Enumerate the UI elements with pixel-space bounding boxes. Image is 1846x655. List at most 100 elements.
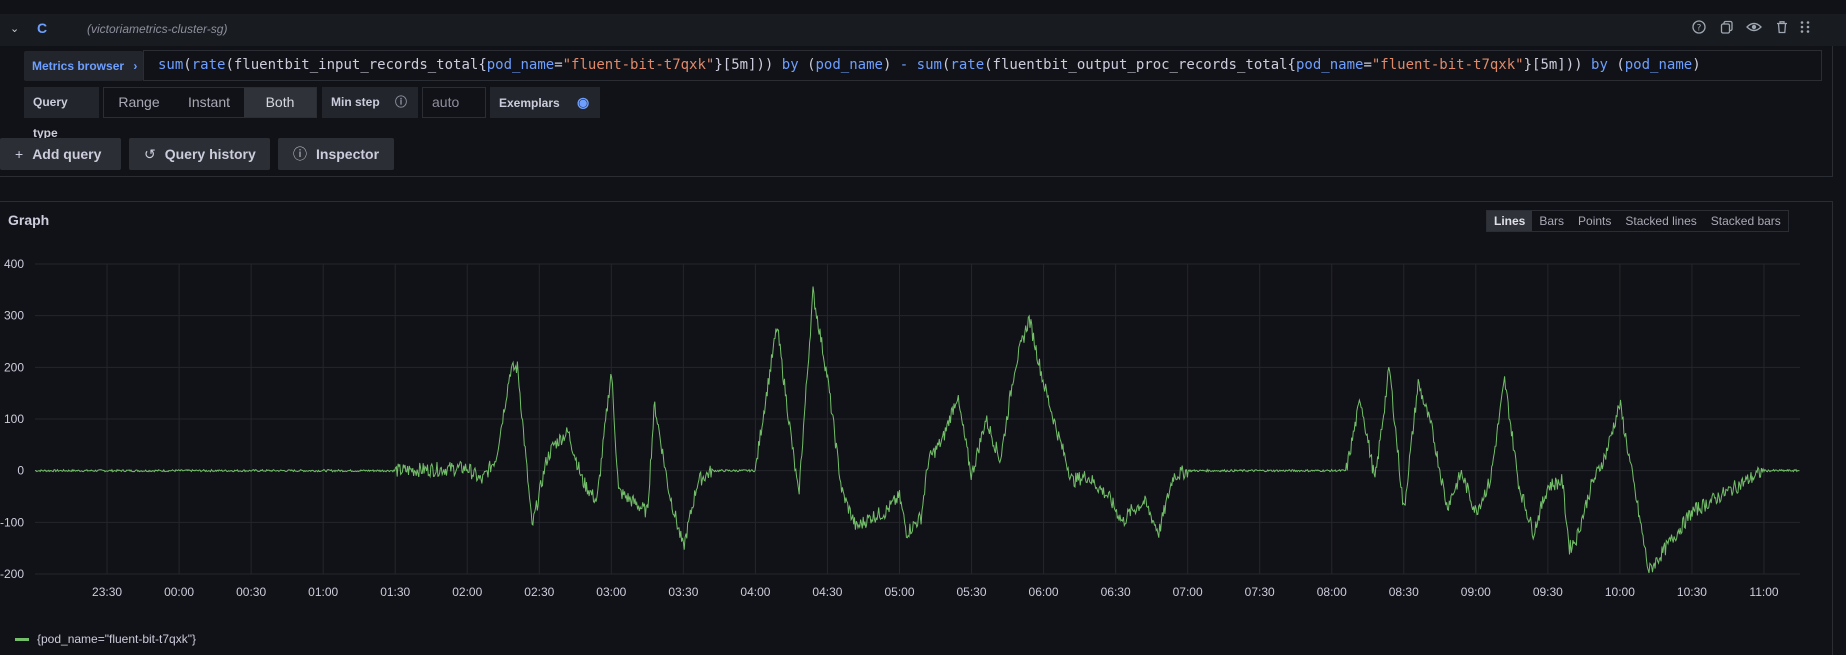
chevron-right-icon: ›: [133, 59, 138, 73]
query-token: "fluent-bit-t7qxk": [562, 57, 715, 73]
query-token: sum: [158, 57, 184, 73]
x-tick-label: 02:30: [524, 585, 554, 599]
query-token: sum: [916, 57, 942, 73]
metrics-browser-button[interactable]: Metrics browser ›: [24, 51, 143, 81]
x-tick-label: 08:00: [1317, 585, 1347, 599]
query-ref-id[interactable]: C: [37, 20, 47, 36]
x-tick-label: 06:30: [1101, 585, 1131, 599]
y-tick-label: -200: [0, 567, 24, 581]
exemplars-option: Exemplars ◉: [490, 87, 600, 118]
query-token: ): [882, 57, 900, 73]
query-editor-input[interactable]: sum(rate(fluentbit_input_records_total{p…: [143, 50, 1822, 81]
x-tick-label: 09:30: [1533, 585, 1563, 599]
view-mode-toggle[interactable]: Lines Bars Points Stacked lines Stacked …: [1486, 210, 1789, 232]
help-icon[interactable]: ?: [1691, 20, 1707, 37]
query-token: pod_name: [815, 57, 883, 73]
history-icon: ↺: [144, 146, 156, 162]
legend-swatch: [15, 638, 29, 642]
query-token: =: [1363, 57, 1372, 73]
x-tick-label: 02:00: [452, 585, 482, 599]
min-step-option: Min step ⓘ: [322, 87, 418, 118]
query-token: pod_name: [1296, 57, 1364, 73]
copy-icon[interactable]: [1719, 20, 1735, 37]
query-row-header: [0, 14, 1846, 46]
query-token: (fluentbit_output_proc_records_total{: [984, 57, 1296, 73]
add-query-label: Add query: [32, 146, 102, 162]
query-token: ): [1692, 57, 1701, 73]
x-tick-label: 11:00: [1749, 585, 1778, 599]
query-token: (: [798, 57, 816, 73]
x-tick-label: 04:00: [740, 585, 770, 599]
query-type-label: Query type: [24, 87, 99, 140]
view-mode-stacked-lines[interactable]: Stacked lines: [1618, 211, 1703, 231]
query-history-button[interactable]: ↺ Query history: [129, 138, 270, 170]
plus-icon: +: [15, 146, 24, 162]
view-mode-bars[interactable]: Bars: [1532, 211, 1571, 231]
series-line[interactable]: [34, 286, 1800, 574]
datasource-name: (victoriametrics-cluster-sg): [87, 22, 228, 36]
query-token: pod_name: [1624, 57, 1693, 73]
time-series-chart[interactable]: 400 300 200 100 0 -100 -200 23:30 00:00 00:30 01:0…: [0, 250, 1820, 620]
x-tick-label: 09:00: [1461, 585, 1491, 599]
x-tick-label: 01:00: [308, 585, 338, 599]
eye-icon[interactable]: [1746, 20, 1762, 37]
query-token: by: [1591, 57, 1608, 73]
view-mode-points[interactable]: Points: [1571, 211, 1618, 231]
x-tick-label: 07:00: [1173, 585, 1203, 599]
x-tick-label: 10:30: [1677, 585, 1707, 599]
trash-icon[interactable]: [1774, 20, 1790, 37]
query-token: (: [183, 57, 192, 73]
x-tick-label: 03:30: [668, 585, 698, 599]
info-icon[interactable]: ⓘ: [395, 95, 407, 109]
view-mode-lines[interactable]: Lines: [1487, 211, 1533, 231]
view-mode-stacked-bars[interactable]: Stacked bars: [1704, 211, 1788, 231]
inspector-button[interactable]: ⓘ Inspector: [278, 138, 394, 170]
info-circle-icon: ⓘ: [293, 146, 307, 162]
y-tick-label: 100: [4, 412, 24, 426]
query-token: (fluentbit_input_records_total{: [225, 57, 487, 73]
query-token: }[5m])): [714, 57, 782, 73]
query-type-both[interactable]: Both: [244, 88, 316, 117]
query-history-label: Query history: [164, 146, 256, 162]
x-tick-label: 00:30: [236, 585, 266, 599]
query-token: rate: [950, 57, 985, 73]
svg-text:?: ?: [1697, 24, 1702, 34]
query-token: by: [781, 57, 799, 73]
inspector-label: Inspector: [316, 146, 380, 162]
x-tick-label: 06:00: [1029, 585, 1059, 599]
x-tick-label: 10:00: [1605, 585, 1635, 599]
x-tick-label: 01:30: [380, 585, 410, 599]
query-token: [908, 57, 916, 73]
query-token: pod_name: [486, 57, 555, 73]
min-step-input[interactable]: auto: [422, 87, 486, 118]
x-tick-label: 07:30: [1245, 585, 1275, 599]
x-tick-label: 08:30: [1389, 585, 1419, 599]
x-tick-label: 23:30: [92, 585, 122, 599]
x-tick-label: 00:00: [164, 585, 194, 599]
query-token: "fluent-bit-t7qxk": [1371, 57, 1524, 73]
chevron-down-icon[interactable]: ⌄: [10, 22, 19, 35]
min-step-label: Min step: [331, 95, 380, 109]
graph-title: Graph: [8, 212, 50, 228]
exemplars-eye-icon[interactable]: ◉: [577, 94, 589, 110]
add-query-button[interactable]: + Add query: [0, 138, 121, 170]
drag-handle-icon[interactable]: [1797, 20, 1813, 37]
query-token: rate: [191, 57, 226, 73]
y-tick-label: 400: [4, 257, 24, 271]
exemplars-label: Exemplars: [499, 96, 560, 110]
query-type-instant[interactable]: Instant: [174, 88, 244, 117]
x-tick-label: 05:00: [884, 585, 914, 599]
y-tick-label: 300: [4, 309, 24, 323]
query-token: -: [899, 57, 909, 73]
metrics-browser-label: Metrics browser: [32, 59, 125, 73]
query-type-radio-group[interactable]: Range Instant Both: [103, 87, 317, 118]
query-token: }[5m])): [1523, 57, 1592, 73]
x-tick-label: 05:30: [957, 585, 987, 599]
legend-item[interactable]: {pod_name="fluent-bit-t7qxk"}: [15, 632, 196, 646]
query-token: =: [554, 57, 563, 73]
query-type-range[interactable]: Range: [104, 88, 174, 117]
x-tick-label: 03:00: [596, 585, 626, 599]
y-tick-label: 200: [4, 360, 24, 374]
query-token: (: [1607, 57, 1625, 73]
y-tick-label: -100: [0, 515, 24, 529]
